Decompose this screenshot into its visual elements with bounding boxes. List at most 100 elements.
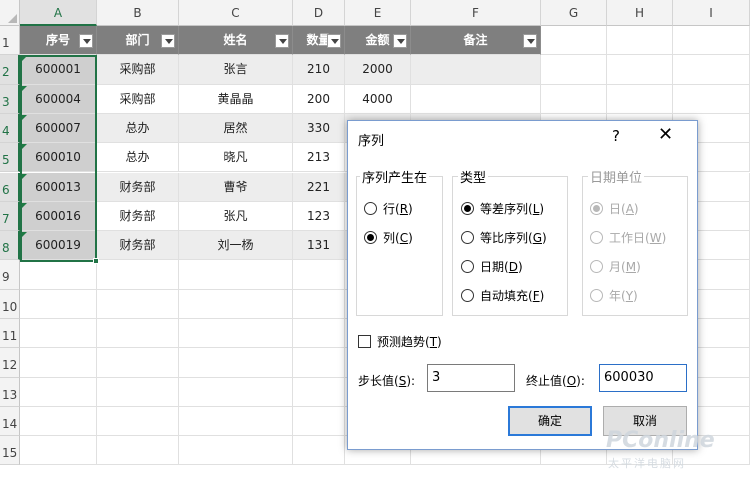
empty-cell[interactable] [673,55,750,85]
table-cell[interactable]: 600007 [20,113,97,144]
table-cell[interactable]: 200 [293,84,345,114]
close-button[interactable]: ✕ [658,124,673,145]
table-cell[interactable]: 221 [293,172,345,202]
filter-dropdown-icon[interactable] [275,34,289,48]
table-cell[interactable]: 213 [293,143,345,173]
select-all-corner[interactable] [0,0,20,26]
row-header[interactable]: 7 [0,201,20,232]
radio-button[interactable] [461,260,474,273]
empty-cell[interactable] [541,84,607,114]
filter-dropdown-icon[interactable] [327,34,341,48]
empty-cell[interactable] [607,55,673,85]
row-header[interactable]: 9 [0,260,20,290]
row-header[interactable]: 4 [0,113,20,144]
filter-dropdown-icon[interactable] [523,34,537,48]
table-cell[interactable]: 财务部 [97,201,179,232]
table-cell[interactable]: 总办 [97,143,179,173]
empty-cell[interactable] [97,377,179,407]
column-header-i[interactable]: I [673,0,750,26]
row-header[interactable]: 1 [0,26,20,56]
table-cell[interactable]: 131 [293,231,345,261]
row-header[interactable]: 8 [0,231,20,261]
empty-cell[interactable] [293,260,345,290]
column-header-f[interactable]: F [411,0,541,26]
table-cell[interactable]: 600010 [20,143,97,173]
fill-handle[interactable] [93,258,99,264]
empty-cell[interactable] [673,84,750,114]
empty-cell[interactable] [97,289,179,319]
row-header[interactable]: 3 [0,84,20,114]
table-cell[interactable]: 600001 [20,55,97,85]
empty-cell[interactable] [541,55,607,85]
radio-button[interactable] [461,231,474,244]
table-cell[interactable]: 刘一杨 [179,231,293,261]
table-cell[interactable]: 张凡 [179,201,293,232]
table-cell[interactable]: 600016 [20,201,97,232]
table-cell[interactable] [411,84,541,114]
row-header[interactable]: 12 [0,348,20,378]
empty-cell[interactable] [179,436,293,466]
type-option[interactable]: 等比序列(G) [461,229,547,246]
filter-dropdown-icon[interactable] [393,34,407,48]
table-cell[interactable]: 总办 [97,113,179,144]
table-cell[interactable]: 曹爷 [179,172,293,202]
column-header-g[interactable]: G [541,0,607,26]
row-header[interactable]: 14 [0,406,20,437]
step-input[interactable]: 3 [427,364,515,392]
radio-button[interactable] [364,231,377,244]
empty-cell[interactable] [20,377,97,407]
row-header[interactable]: 11 [0,319,20,349]
column-header-d[interactable]: D [293,0,345,26]
empty-cell[interactable] [20,260,97,290]
empty-cell[interactable] [179,260,293,290]
table-cell[interactable]: 600013 [20,172,97,202]
row-header[interactable]: 13 [0,377,20,407]
empty-cell[interactable] [97,348,179,378]
row-header[interactable]: 5 [0,143,20,173]
table-cell[interactable]: 600019 [20,231,97,261]
empty-cell[interactable] [293,406,345,437]
help-button[interactable]: ? [612,127,620,145]
table-header-cell[interactable]: 备注 [411,26,541,56]
table-cell[interactable]: 黄晶晶 [179,84,293,114]
column-header-c[interactable]: C [179,0,293,26]
table-cell[interactable]: 123 [293,201,345,232]
type-option[interactable]: 日期(D) [461,258,523,275]
table-cell[interactable]: 张言 [179,55,293,85]
empty-cell[interactable] [541,26,607,56]
filter-dropdown-icon[interactable] [161,34,175,48]
radio-button[interactable] [461,289,474,302]
series-in-option[interactable]: 行(R) [364,200,413,217]
empty-cell[interactable] [20,319,97,349]
table-cell[interactable]: 采购部 [97,84,179,114]
empty-cell[interactable] [179,406,293,437]
table-cell[interactable]: 600004 [20,84,97,114]
trend-checkbox[interactable]: 预测趋势 (T) [358,333,442,350]
radio-button[interactable] [461,202,474,215]
empty-cell[interactable] [607,84,673,114]
row-header[interactable]: 6 [0,172,20,202]
row-header[interactable]: 10 [0,289,20,319]
empty-cell[interactable] [607,26,673,56]
empty-cell[interactable] [20,289,97,319]
empty-cell[interactable] [293,377,345,407]
empty-cell[interactable] [179,289,293,319]
stop-input[interactable]: 600030 [599,364,687,392]
empty-cell[interactable] [20,436,97,466]
column-header-b[interactable]: B [97,0,179,26]
column-header-a[interactable]: A [20,0,97,26]
type-option[interactable]: 自动填充(F) [461,287,544,304]
table-cell[interactable]: 财务部 [97,172,179,202]
table-cell[interactable]: 居然 [179,113,293,144]
table-cell[interactable]: 晓凡 [179,143,293,173]
table-cell[interactable]: 2000 [345,55,411,85]
row-header[interactable]: 15 [0,436,20,466]
empty-cell[interactable] [97,436,179,466]
column-header-h[interactable]: H [607,0,673,26]
series-in-option[interactable]: 列(C) [364,229,413,246]
empty-cell[interactable] [20,406,97,437]
empty-cell[interactable] [20,348,97,378]
row-header[interactable]: 2 [0,55,20,85]
empty-cell[interactable] [293,436,345,466]
empty-cell[interactable] [97,319,179,349]
